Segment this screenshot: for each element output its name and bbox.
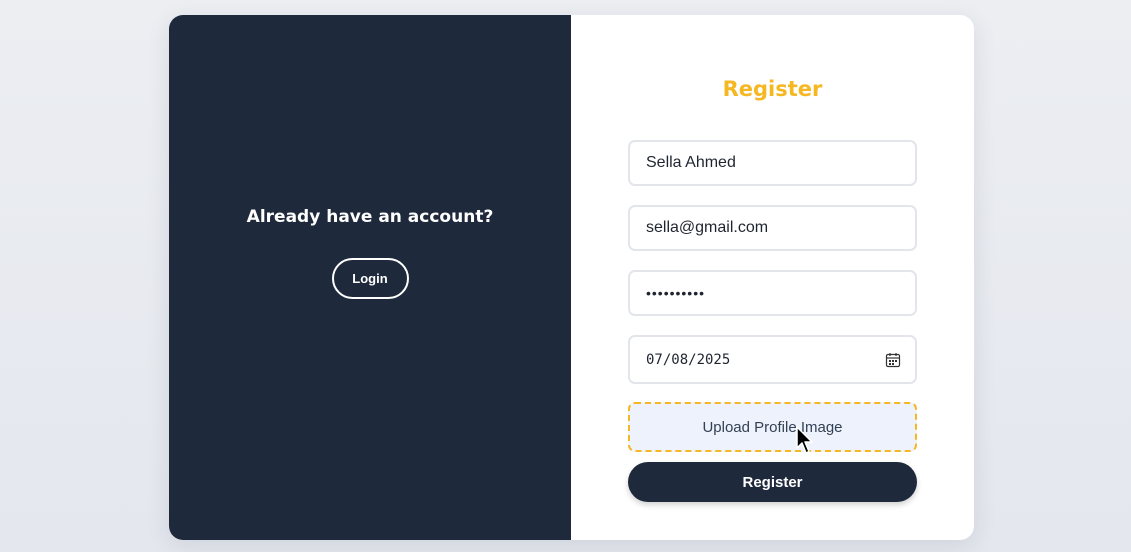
mouse-cursor-icon	[796, 426, 813, 454]
register-card: Already have an account? Login Register …	[169, 15, 974, 540]
register-form: Register Sella Ahmed sella@gmail.com •••…	[571, 15, 974, 540]
email-field-value: sella@gmail.com	[646, 219, 769, 236]
register-button[interactable]: Register	[628, 462, 917, 502]
login-panel: Already have an account? Login	[169, 15, 571, 540]
name-field[interactable]: Sella Ahmed	[628, 140, 917, 186]
upload-label: Upload Profile Image	[702, 418, 843, 436]
date-field-value: 07/08/2025	[646, 351, 731, 368]
email-field[interactable]: sella@gmail.com	[628, 205, 917, 251]
password-field-value: ••••••••••	[646, 285, 706, 301]
password-field[interactable]: ••••••••••	[628, 270, 917, 316]
date-field[interactable]: 07/08/2025	[628, 335, 917, 384]
calendar-icon[interactable]	[885, 352, 901, 368]
login-prompt: Already have an account?	[246, 206, 494, 227]
form-title: Register	[722, 77, 823, 101]
upload-profile-image-button[interactable]: Upload Profile Image	[628, 402, 917, 452]
name-field-value: Sella Ahmed	[646, 154, 736, 171]
login-button[interactable]: Login	[331, 257, 409, 299]
